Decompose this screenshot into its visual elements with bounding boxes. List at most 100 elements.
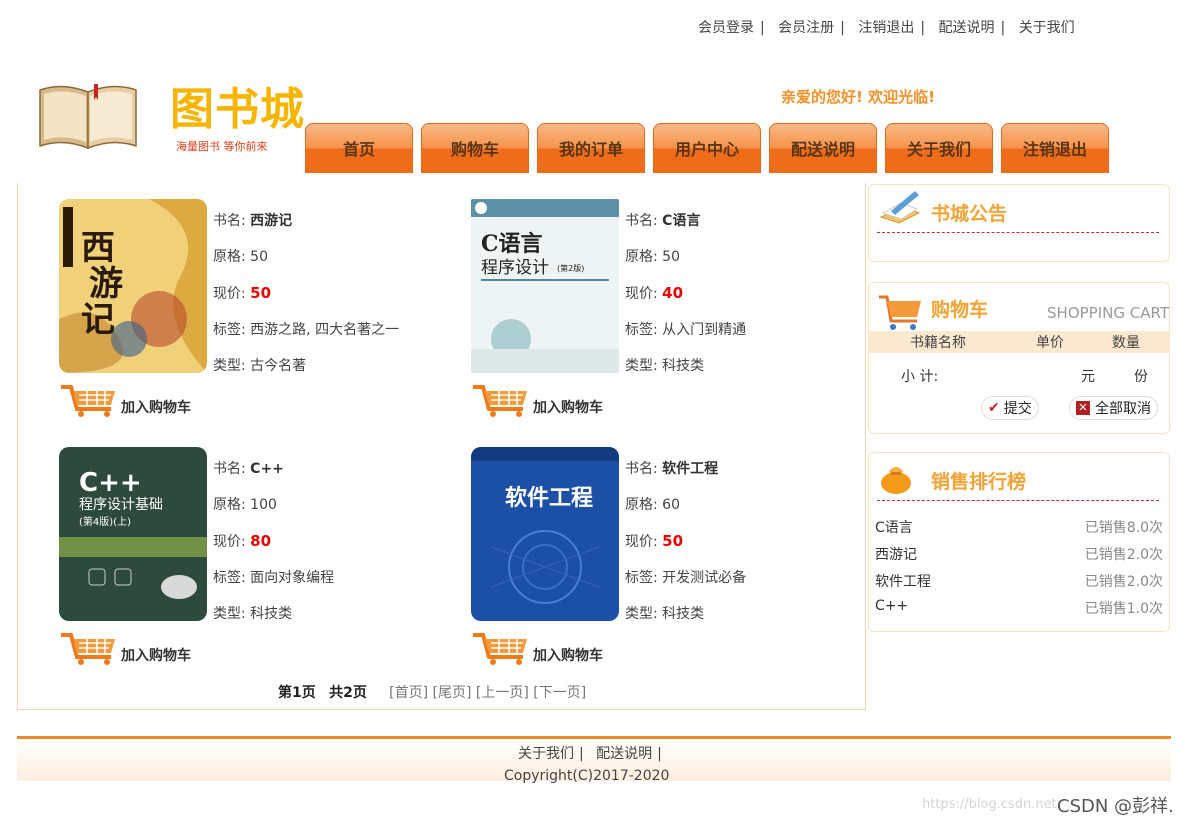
shopping-cart-icon (473, 385, 527, 417)
nav-about[interactable]: 关于我们 (885, 123, 993, 173)
footer-delivery-link[interactable]: 配送说明 (596, 746, 652, 762)
nav-home[interactable]: 首页 (305, 123, 413, 173)
first-page-link[interactable]: [首页] (389, 685, 428, 701)
pagination: 第1页 共2页 [首页] [尾页] [上一页] [下一页] (278, 682, 586, 702)
svg-text:游: 游 (89, 264, 123, 304)
ranking-panel: 销售排行榜 C语言 已销售8.0次 西游记 已销售2.0次 软件工程 已销售2.… (868, 452, 1170, 632)
col-book-name: 书籍名称 (910, 335, 966, 351)
svg-text:C++: C++ (79, 468, 142, 498)
register-link[interactable]: 会员注册 (778, 20, 834, 36)
top-links: 会员登录 | 会员注册 | 注销退出 | 配送说明 | 关于我们 (698, 20, 1075, 36)
watermark-url: https://blog.csdn.net (922, 797, 1057, 812)
svg-text:程序设计: 程序设计 (481, 258, 549, 278)
notice-pencil-icon (879, 191, 921, 224)
book-card: 西 游 记 书名: 西游记 原格: 50 现价: 50 标签: 西游之路, 四大… (59, 199, 459, 439)
cross-icon: ✕ (1076, 401, 1090, 415)
svg-text:记: 记 (81, 300, 115, 340)
rank-item[interactable]: 软件工程 已销售2.0次 (869, 568, 1169, 594)
add-to-cart-button[interactable]: 加入购物车 (59, 629, 191, 665)
cart-table-header: 书籍名称 单价 数量 (868, 331, 1170, 353)
book-tag: 从入门到精通 (662, 322, 747, 338)
subtotal-label: 小 计: (901, 369, 939, 385)
shopping-cart-icon (61, 385, 115, 417)
total-pages: 共2页 (329, 685, 367, 701)
delivery-link[interactable]: 配送说明 (939, 20, 995, 36)
nav-user-center[interactable]: 用户中心 (653, 123, 761, 173)
book-cover-software-engineering[interactable]: 软件工程 (471, 447, 619, 621)
rank-sold-count: 已销售1.0次 (1084, 601, 1163, 617)
book-type: 科技类 (662, 606, 705, 622)
rank-item[interactable]: C++ 已销售1.0次 (869, 595, 1169, 621)
book-cover-xiyouji[interactable]: 西 游 记 (59, 199, 207, 373)
cancel-all-button[interactable]: ✕ 全部取消 (1069, 396, 1158, 420)
rank-book-name: 西游记 (875, 547, 917, 563)
svg-text:C语言: C语言 (481, 231, 543, 257)
cart-panel-icon (879, 295, 921, 330)
next-page-link[interactable]: [下一页] (533, 685, 586, 701)
shopping-cart-icon (473, 633, 527, 665)
money-bag-icon (881, 467, 911, 494)
prev-page-link[interactable]: [上一页] (476, 685, 529, 701)
book-type: 科技类 (662, 358, 705, 374)
nav-logout[interactable]: 注销退出 (1001, 123, 1109, 173)
rank-sold-count: 已销售2.0次 (1084, 574, 1163, 590)
open-book-logo-icon (39, 84, 137, 150)
svg-text:软件工程: 软件工程 (505, 485, 593, 511)
welcome-text: 亲爱的您好! 欢迎光临! (781, 88, 935, 106)
book-list-panel: 西 游 记 书名: 西游记 原格: 50 现价: 50 标签: 西游之路, 四大… (17, 183, 866, 710)
book-now-price: 40 (662, 284, 684, 302)
last-page-link[interactable]: [尾页] (433, 685, 472, 701)
copyright: Copyright(C)2017-2020 (504, 768, 670, 784)
cart-title: 购物车 (931, 299, 989, 321)
rank-item[interactable]: C语言 已销售8.0次 (869, 514, 1169, 540)
logo-title: 图书城 (170, 84, 305, 135)
nav-orders[interactable]: 我的订单 (537, 123, 645, 173)
book-orig-price: 50 (662, 249, 680, 265)
check-icon: ✔ (988, 400, 1000, 416)
unit-yuan: 元 (1081, 369, 1095, 385)
nav-delivery[interactable]: 配送说明 (769, 123, 877, 173)
book-tag: 西游之路, 四大名著之一 (250, 322, 400, 338)
current-page: 第1页 (278, 685, 316, 701)
book-name: C++ (250, 461, 284, 477)
nav-cart[interactable]: 购物车 (421, 123, 529, 173)
svg-text:西: 西 (81, 228, 115, 268)
book-tag: 开发测试必备 (662, 570, 747, 586)
rank-book-name: 软件工程 (875, 574, 931, 590)
book-cover-c-language[interactable]: C语言 程序设计 (第2版) (471, 199, 619, 373)
footer-about-link[interactable]: 关于我们 (518, 746, 574, 762)
col-quantity: 数量 (1112, 335, 1140, 351)
rank-sold-count: 已销售2.0次 (1084, 547, 1163, 563)
book-cover-cpp[interactable]: C++ 程序设计基础 (第4版)(上) (59, 447, 207, 621)
divider (877, 232, 1159, 233)
book-name: 软件工程 (662, 461, 719, 477)
submit-button[interactable]: ✔ 提交 (981, 396, 1039, 420)
book-name: 西游记 (250, 213, 293, 229)
watermark-author: CSDN @彭祥. (1057, 796, 1174, 817)
book-now-price: 80 (250, 532, 272, 550)
book-orig-price: 60 (662, 497, 680, 513)
svg-text:(第2版): (第2版) (557, 263, 584, 273)
main-nav: 首页 购物车 我的订单 用户中心 配送说明 关于我们 注销退出 (305, 123, 1117, 173)
rank-sold-count: 已销售8.0次 (1084, 520, 1163, 536)
add-to-cart-button[interactable]: 加入购物车 (471, 381, 603, 417)
add-to-cart-button[interactable]: 加入购物车 (471, 629, 603, 665)
footer-links: 关于我们 | 配送说明 | (518, 746, 662, 762)
book-tag: 面向对象编程 (250, 570, 335, 586)
add-to-cart-button[interactable]: 加入购物车 (59, 381, 191, 417)
book-now-price: 50 (662, 532, 684, 550)
book-info: 书名: 软件工程 原格: 60 现价: 50 标签: 开发测试必备 类型: 科技… (625, 461, 747, 622)
rank-item[interactable]: 西游记 已销售2.0次 (869, 541, 1169, 567)
logout-link[interactable]: 注销退出 (858, 20, 914, 36)
unit-fen: 份 (1134, 369, 1148, 385)
book-card: C语言 程序设计 (第2版) 书名: C语言 原格: 50 现价: 40 标签:… (471, 199, 871, 439)
book-orig-price: 50 (250, 249, 268, 265)
svg-text:程序设计基础: 程序设计基础 (79, 496, 163, 513)
book-info: 书名: 西游记 原格: 50 现价: 50 标签: 西游之路, 四大名著之一 类… (213, 213, 400, 374)
about-link[interactable]: 关于我们 (1019, 20, 1075, 36)
notice-panel: 书城公告 (868, 184, 1170, 262)
col-unit-price: 单价 (1036, 335, 1064, 351)
book-info: 书名: C++ 原格: 100 现价: 80 标签: 面向对象编程 类型: 科技… (213, 461, 335, 622)
svg-text:(第4版)(上): (第4版)(上) (79, 515, 131, 528)
login-link[interactable]: 会员登录 (698, 20, 754, 36)
